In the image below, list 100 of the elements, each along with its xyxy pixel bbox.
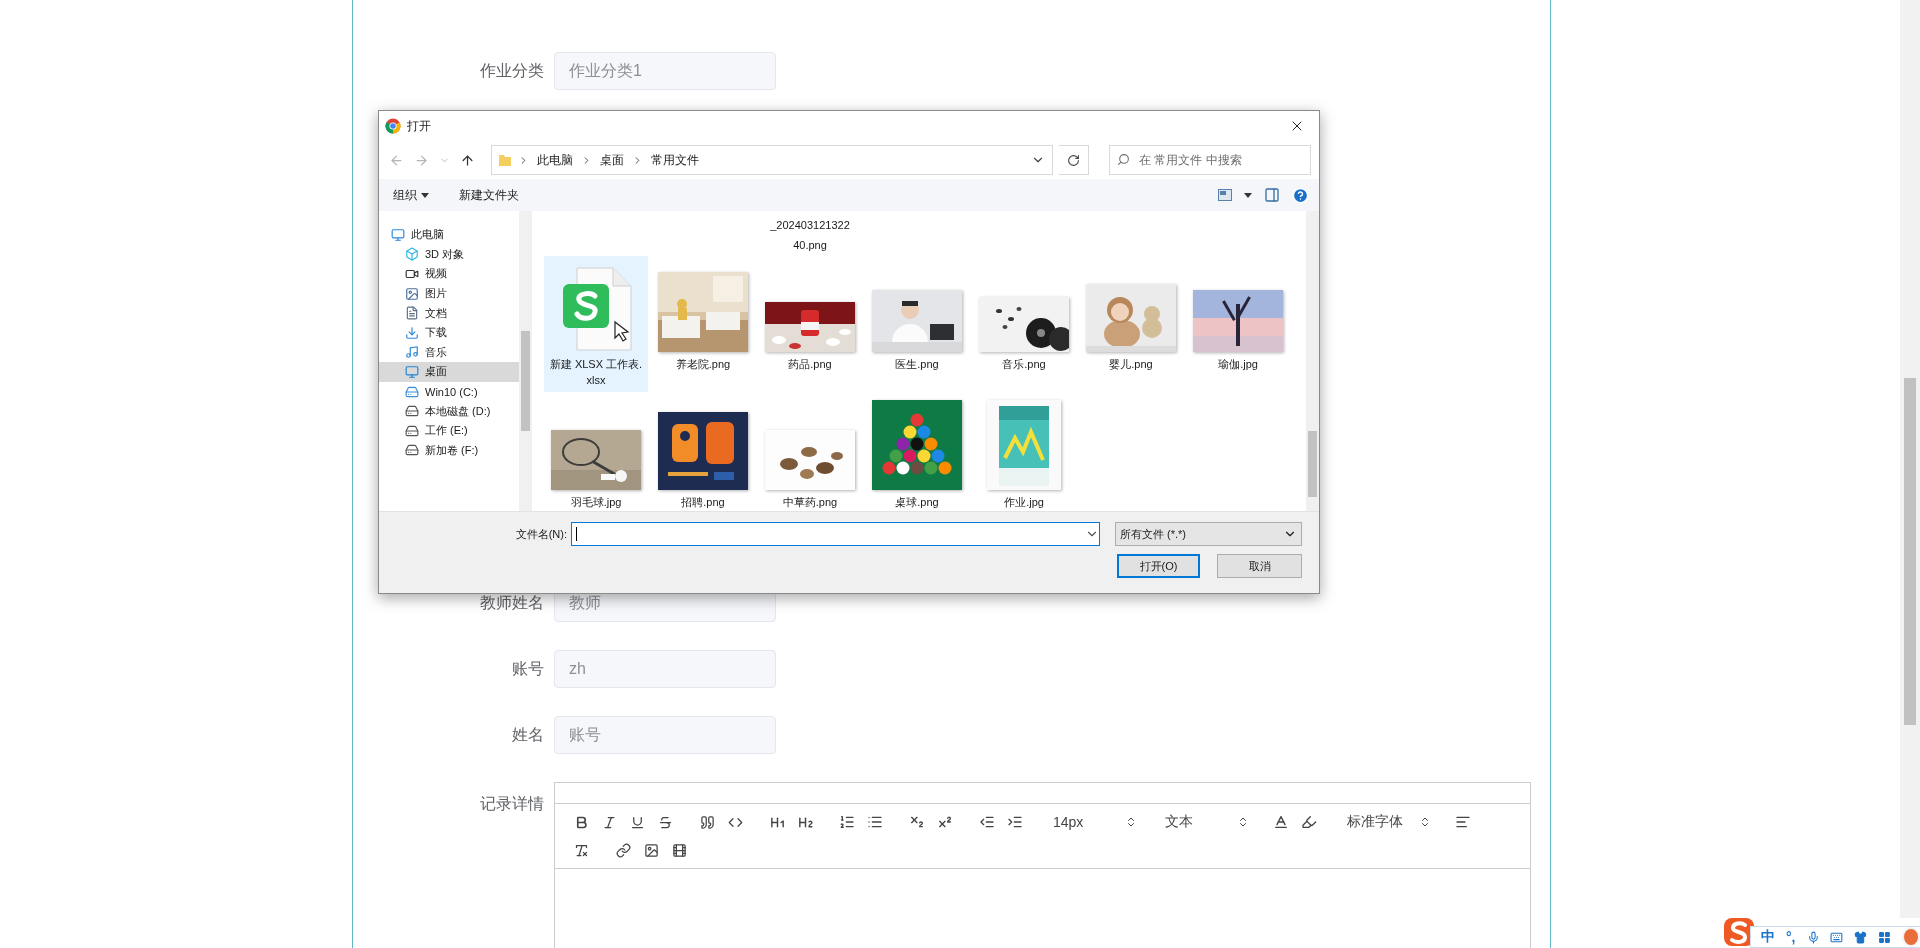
- superscript-icon: [937, 814, 953, 830]
- strikethrough-icon: [657, 814, 673, 830]
- file-item[interactable]: 羽毛球.jpg: [544, 394, 648, 511]
- indent-icon: [1007, 814, 1023, 830]
- caret-icon: [421, 192, 429, 198]
- up-down-arrows-icon: [1419, 816, 1431, 828]
- forward-arrow-icon: [414, 152, 429, 168]
- view-icon: [1218, 189, 1232, 201]
- file-item[interactable]: 中草药.png: [758, 394, 862, 511]
- breadcrumb[interactable]: 此电脑: [535, 151, 575, 169]
- video-icon: [671, 842, 687, 858]
- file-name: 40.png: [792, 237, 828, 253]
- clear-format-icon: [573, 842, 589, 858]
- window-title: 打开: [407, 117, 432, 135]
- browser-logo-icon: [385, 118, 401, 134]
- file-item[interactable]: 医生.png: [865, 256, 969, 392]
- document-icon: [405, 306, 419, 321]
- folder-icon: [498, 153, 512, 167]
- preview-pane-button[interactable]: [1262, 185, 1282, 205]
- drive-icon: [405, 443, 419, 458]
- video-camera-icon: [405, 267, 419, 281]
- page-scrollbar[interactable]: [1900, 0, 1920, 918]
- file-item[interactable]: 招聘.png: [651, 394, 755, 511]
- up-down-arrows-icon: [1237, 816, 1249, 828]
- file-item[interactable]: 瑜伽.jpg: [1186, 256, 1290, 392]
- drive-icon: [405, 423, 419, 438]
- folder-item[interactable]: 3D 对象: [379, 244, 519, 265]
- image-icon: [643, 842, 659, 858]
- outdent-icon: [979, 814, 995, 830]
- file-item[interactable]: 新建 XLSX 工作表.xlsx: [544, 256, 648, 392]
- folder-item[interactable]: 音乐: [379, 342, 519, 363]
- file-name-field[interactable]: [571, 522, 1100, 546]
- font-size-select[interactable]: 14px: [1043, 810, 1141, 834]
- pane-icon: [1264, 187, 1280, 203]
- link-icon: [615, 842, 631, 858]
- file-item[interactable]: 养老院.png: [651, 256, 755, 392]
- quote-icon: [699, 814, 715, 830]
- highlight-icon: [1301, 814, 1317, 830]
- avatar-icon[interactable]: [1902, 927, 1920, 947]
- microphone-icon[interactable]: [1806, 929, 1820, 945]
- align-icon: [1455, 814, 1471, 830]
- files-scrollbar[interactable]: [1306, 211, 1319, 511]
- view-dropdown-button[interactable]: [1242, 190, 1254, 200]
- folder-item[interactable]: 工作 (E:): [379, 420, 519, 441]
- refresh-button[interactable]: [1059, 145, 1089, 175]
- help-icon: [1292, 186, 1309, 204]
- address-bar[interactable]: 此电脑 桌面 常用文件: [491, 145, 1054, 175]
- folder-item[interactable]: 图片: [379, 283, 519, 304]
- file-name-label: 文件名(N):: [515, 526, 567, 542]
- folder-item[interactable]: 下载: [379, 322, 519, 343]
- open-button[interactable]: 打开(O): [1117, 554, 1200, 578]
- system-drive-icon: [405, 384, 419, 399]
- underline-icon: [629, 814, 645, 830]
- italic-icon: [601, 814, 617, 830]
- field-label: 作业分类: [479, 60, 544, 81]
- file-item[interactable]: 药品.png: [758, 256, 862, 392]
- nav-scrollbar[interactable]: [519, 211, 532, 511]
- font-family-select[interactable]: 标准字体: [1337, 810, 1435, 834]
- new-folder-button[interactable]: 新建文件夹: [455, 182, 523, 208]
- shirt-icon[interactable]: [1854, 929, 1868, 945]
- file-item[interactable]: 音乐.png: [972, 256, 1076, 392]
- punctuation-mode[interactable]: °,: [1786, 929, 1796, 945]
- file-item[interactable]: 作业.jpg: [972, 394, 1076, 511]
- picture-icon: [405, 286, 419, 301]
- input-mode[interactable]: 中: [1761, 928, 1775, 946]
- search-field[interactable]: 在 常用文件 中搜索: [1109, 145, 1311, 175]
- field-label: 账号: [511, 658, 544, 679]
- cube-icon: [405, 247, 419, 262]
- music-note-icon: [405, 345, 419, 360]
- folder-item[interactable]: 视频: [379, 264, 519, 284]
- text-color-icon: [1273, 814, 1289, 830]
- folder-item[interactable]: 桌面: [379, 362, 519, 382]
- computer-icon: [391, 227, 405, 242]
- breadcrumb[interactable]: 常用文件: [649, 151, 701, 169]
- field-label: 记录详情: [479, 794, 544, 814]
- up-down-arrows-icon: [1125, 816, 1137, 828]
- folder-item[interactable]: 本地磁盘 (D:): [379, 401, 519, 421]
- field-label: 姓名: [511, 724, 544, 745]
- ordered-list-icon: [839, 814, 855, 830]
- search-icon: [1117, 153, 1130, 166]
- desktop-icon: [405, 364, 419, 379]
- cancel-button[interactable]: 取消: [1217, 554, 1302, 578]
- bullet-list-icon: [867, 814, 883, 830]
- folder-item[interactable]: Win10 (C:): [379, 381, 519, 402]
- caret-icon: [1244, 192, 1252, 198]
- file-item[interactable]: 桌球.png: [865, 394, 969, 511]
- folder-item[interactable]: 此电脑: [379, 225, 519, 245]
- heading-select[interactable]: 文本: [1155, 810, 1253, 834]
- folder-item[interactable]: 新加卷 (F:): [379, 440, 519, 461]
- refresh-icon: [1067, 153, 1081, 167]
- download-icon: [405, 325, 419, 340]
- folder-item[interactable]: 文档: [379, 303, 519, 323]
- organize-menu[interactable]: 组织: [389, 182, 433, 208]
- file-item[interactable]: 婴儿.png: [1079, 256, 1183, 392]
- file-type-select[interactable]: 所有文件 (*.*): [1115, 522, 1302, 546]
- grid-icon[interactable]: [1878, 929, 1892, 945]
- breadcrumb[interactable]: 桌面: [598, 151, 626, 169]
- drive-icon: [405, 404, 419, 419]
- view-button[interactable]: [1216, 187, 1234, 203]
- field-label: 教师姓名: [479, 592, 544, 613]
